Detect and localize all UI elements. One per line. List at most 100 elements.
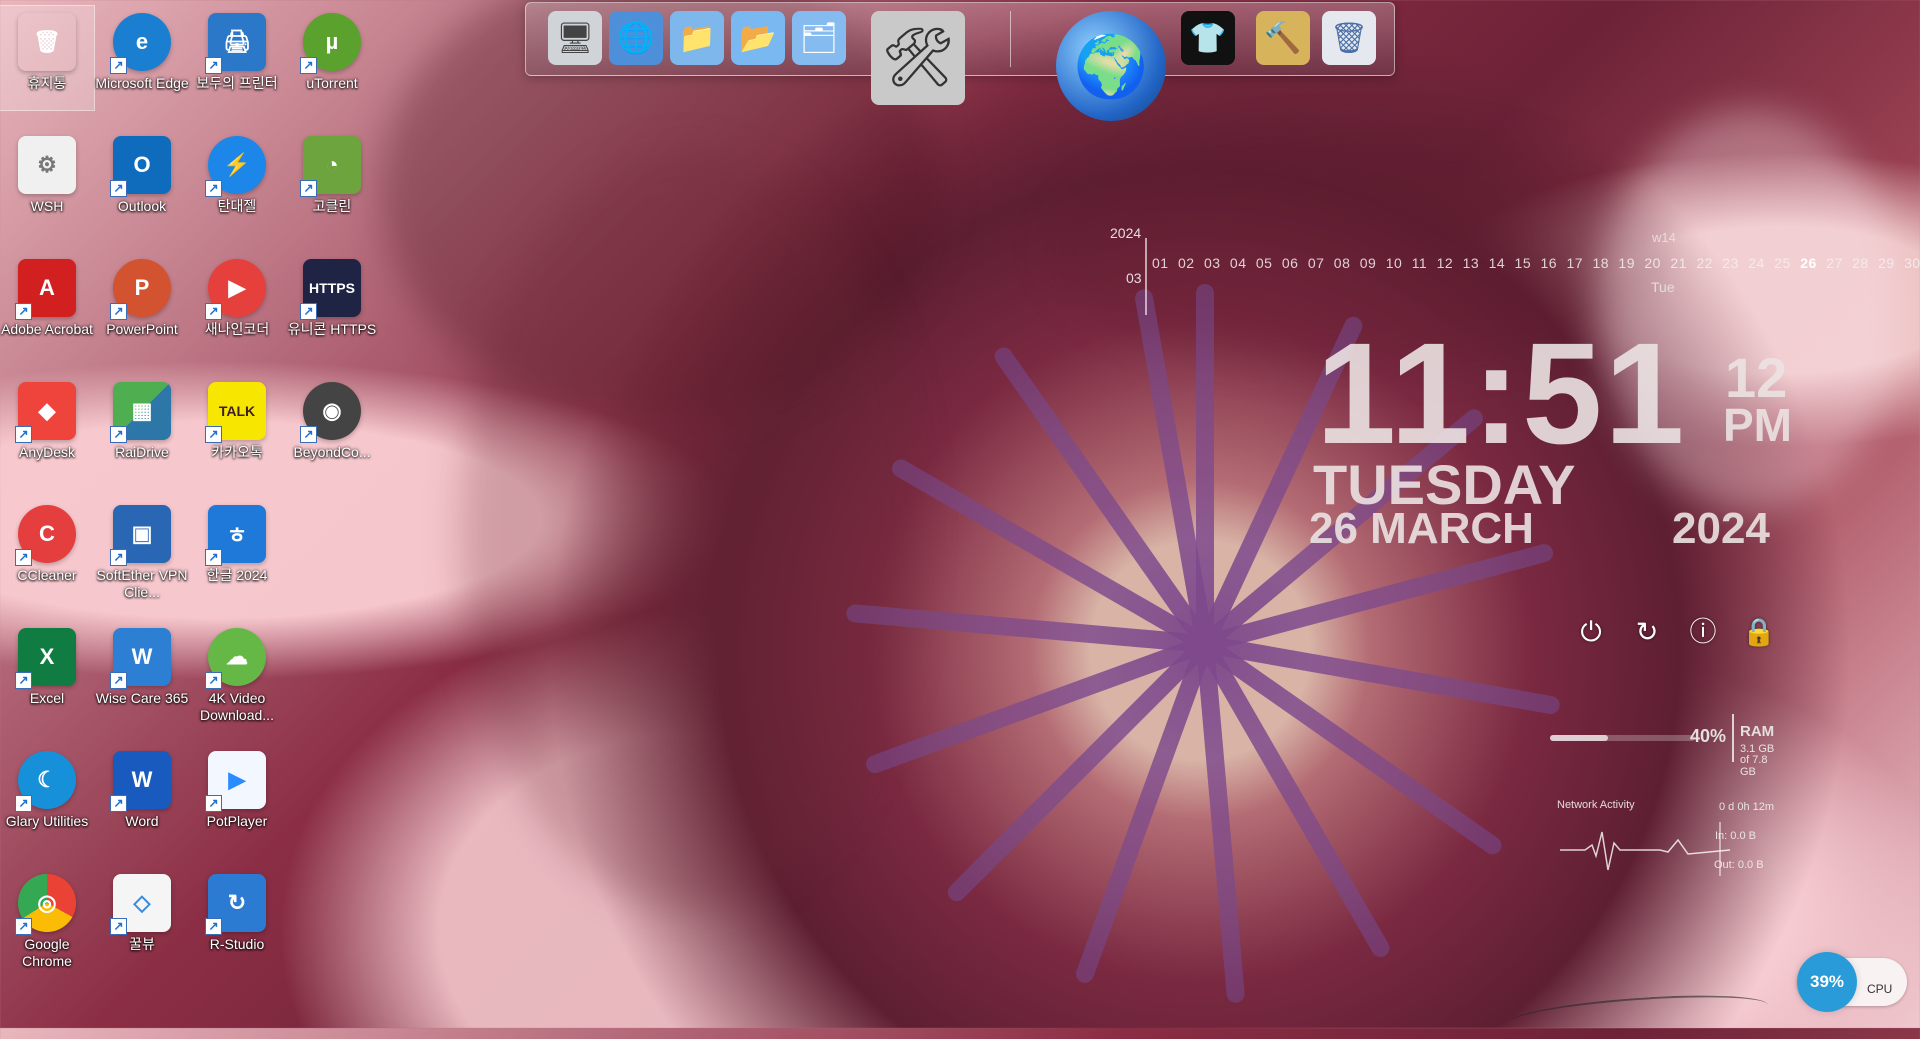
- clock-year: 2024: [1672, 504, 1770, 553]
- desktop-icon-label: Microsoft Edge: [95, 75, 189, 91]
- calendar-day: 04: [1229, 255, 1247, 271]
- powerpoint-desktop-icon[interactable]: P ↗ PowerPoint: [95, 252, 189, 356]
- honeyview-desktop-icon[interactable]: ◇ ↗ 꿀뷰: [95, 867, 189, 971]
- https-icon: HTTPS ↗: [300, 259, 361, 320]
- network-uptime: 0 d 0h 12m: [1719, 801, 1775, 813]
- potplayer-desktop-icon[interactable]: ▶ ↗ PotPlayer: [190, 744, 284, 848]
- word-icon: W ↗: [110, 751, 171, 812]
- anydesk-icon: ◆ ↗: [15, 382, 76, 443]
- shirt-icon[interactable]: 👕: [1181, 11, 1235, 65]
- chrome-icon: ◎ ↗: [15, 874, 76, 935]
- microsoft-edge-desktop-icon[interactable]: e ↗ Microsoft Edge: [95, 6, 189, 110]
- desktop-icon-label: Google Chrome: [22, 936, 72, 969]
- tools-icon[interactable]: 🛠: [871, 11, 965, 105]
- calendar-weekday-short: Tue: [1651, 279, 1675, 295]
- r-studio-desktop-icon[interactable]: ↻ ↗ R-Studio: [190, 867, 284, 971]
- hangul-icon: ㅎ ↗: [205, 505, 266, 566]
- recycle-bin-desktop-icon[interactable]: 🗑 휴지통: [0, 5, 95, 111]
- network-label: Network Activity: [1557, 799, 1635, 811]
- lightning-icon: ⚡ ↗: [205, 136, 266, 197]
- calendar-day: 10: [1385, 255, 1403, 271]
- desktop-icon-grid: 🗑 휴지통 e ↗ Microsoft Edge 🖨 ↗ 보두의 프린터 µ ↗ uT…: [0, 0, 390, 1028]
- word-desktop-icon[interactable]: W ↗ Word: [95, 744, 189, 848]
- vpn-icon: ▣ ↗: [110, 505, 171, 566]
- play-icon: ▶ ↗: [205, 751, 266, 812]
- recycle-icon[interactable]: 🗑: [1322, 11, 1376, 65]
- clock-ampm: PM: [1723, 399, 1792, 451]
- info-icon[interactable]: ⓘ: [1686, 615, 1720, 649]
- calendar-day: 29: [1878, 255, 1895, 271]
- ccleaner-icon: C ↗: [15, 505, 76, 566]
- signature-stroke: [1507, 988, 1769, 1039]
- desktop-icon-label: Excel: [29, 690, 65, 706]
- hangul-2024-desktop-icon[interactable]: ㅎ ↗ 한글 2024: [190, 498, 284, 602]
- display-icon[interactable]: 🖥: [548, 11, 602, 65]
- hammer-icon[interactable]: 🔨: [1256, 11, 1310, 65]
- app-desktop-icon[interactable]: ⚡ ↗ 탄대젤: [190, 129, 284, 233]
- outlook-desktop-icon[interactable]: O ↗ Outlook: [95, 129, 189, 233]
- lock-icon[interactable]: 🔒: [1742, 615, 1776, 649]
- ram-bar-fill: [1550, 735, 1608, 741]
- calendar-day: 16: [1540, 255, 1558, 271]
- google-chrome-desktop-icon[interactable]: ◎ ↗ Google Chrome: [0, 867, 94, 971]
- desktop-icon-label: 탄대젤: [217, 198, 257, 214]
- desktop-icon-label: SoftEther VPN Clie...: [96, 567, 188, 600]
- calendar-day: 20: [1644, 255, 1661, 271]
- utorrent-desktop-icon[interactable]: µ ↗ uTorrent: [285, 6, 379, 110]
- gocleaner-desktop-icon[interactable]: ◔ ↗ 고클린: [285, 129, 379, 233]
- adobe-acrobat-desktop-icon[interactable]: A ↗ Adobe Acrobat: [0, 252, 94, 356]
- encoder-desktop-icon[interactable]: ▶ ↗ 새나인코더: [190, 252, 284, 356]
- softether-vpn-desktop-icon[interactable]: ▣ ↗ SoftEther VPN Clie...: [95, 498, 189, 602]
- wise-care-desktop-icon[interactable]: W ↗ Wise Care 365: [95, 621, 189, 725]
- kakaotalk-icon: TALK ↗: [205, 382, 266, 443]
- folder-icon[interactable]: 📂: [731, 11, 785, 65]
- wisecare-icon: W ↗: [110, 628, 171, 689]
- calendar-day: 11: [1411, 255, 1428, 271]
- desktop-icon-label: Word: [125, 813, 159, 829]
- cpu-meter: 39% CPU: [1797, 952, 1907, 1012]
- clock-time: 11:51: [1316, 313, 1687, 474]
- desktop-icon-label: AnyDesk: [18, 444, 76, 460]
- desktop-icon-label: 유니콘 HTTPS: [287, 321, 377, 337]
- kakaotalk-desktop-icon[interactable]: TALK ↗ 카카오톡: [190, 375, 284, 479]
- outlook-icon: O ↗: [110, 136, 171, 197]
- cpu-percent: 39%: [1797, 952, 1857, 1012]
- anydesk-desktop-icon[interactable]: ◆ ↗ AnyDesk: [0, 375, 94, 479]
- wsh-desktop-icon[interactable]: ⚙ WSH: [0, 129, 94, 233]
- network-icon[interactable]: 🌐: [609, 11, 663, 65]
- ccleaner-desktop-icon[interactable]: C ↗ CCleaner: [0, 498, 94, 602]
- folder-icon[interactable]: 📁: [670, 11, 724, 65]
- desktop-icon-label: 보두의 프린터: [196, 75, 278, 91]
- 4k-video-downloader-desktop-icon[interactable]: ☁ ↗ 4K Video Download...: [190, 621, 284, 725]
- calendar-day: 27: [1826, 255, 1843, 271]
- desktop-icon-label: Wise Care 365: [95, 690, 189, 706]
- desktop-icon-label: Outlook: [117, 198, 167, 214]
- unicorn-https-desktop-icon[interactable]: HTTPS ↗ 유니콘 HTTPS: [285, 252, 379, 356]
- ram-total: of 7.8 GB: [1740, 754, 1768, 778]
- excel-icon: X ↗: [15, 628, 76, 689]
- raidrive-desktop-icon[interactable]: ▦ ↗ RaiDrive: [95, 375, 189, 479]
- beyondcompare-desktop-icon[interactable]: ◉ ↗ BeyondCo...: [285, 375, 379, 479]
- printer-desktop-icon[interactable]: 🖨 ↗ 보두의 프린터: [190, 6, 284, 110]
- calendar-day: 15: [1514, 255, 1532, 271]
- dock-divider: [1010, 11, 1011, 67]
- power-icon[interactable]: ⏻: [1574, 615, 1608, 649]
- utorrent-icon: µ ↗: [300, 13, 361, 74]
- desktop-icon-label: 꿀뷰: [129, 936, 155, 952]
- calendar-day: 22: [1696, 255, 1713, 271]
- desktop-icon-label: PowerPoint: [106, 321, 178, 337]
- acrobat-icon: A ↗: [15, 259, 76, 320]
- folder-icon[interactable]: 🗂: [792, 11, 846, 65]
- calendar-day: 30: [1904, 255, 1920, 271]
- calendar-day: 07: [1307, 255, 1325, 271]
- ram-label: RAM: [1740, 723, 1775, 740]
- calendar-day: 28: [1852, 255, 1869, 271]
- desktop-icon-label: Glary Utilities: [5, 813, 89, 829]
- calendar-day: 14: [1488, 255, 1506, 271]
- desktop-icon-label: 새나인코더: [204, 321, 270, 337]
- globe-icon[interactable]: 🌍: [1056, 11, 1166, 121]
- calendar-day: 19: [1618, 255, 1635, 271]
- glary-utilities-desktop-icon[interactable]: ☾ ↗ Glary Utilities: [0, 744, 94, 848]
- restart-icon[interactable]: ↻: [1630, 615, 1664, 649]
- excel-desktop-icon[interactable]: X ↗ Excel: [0, 621, 94, 725]
